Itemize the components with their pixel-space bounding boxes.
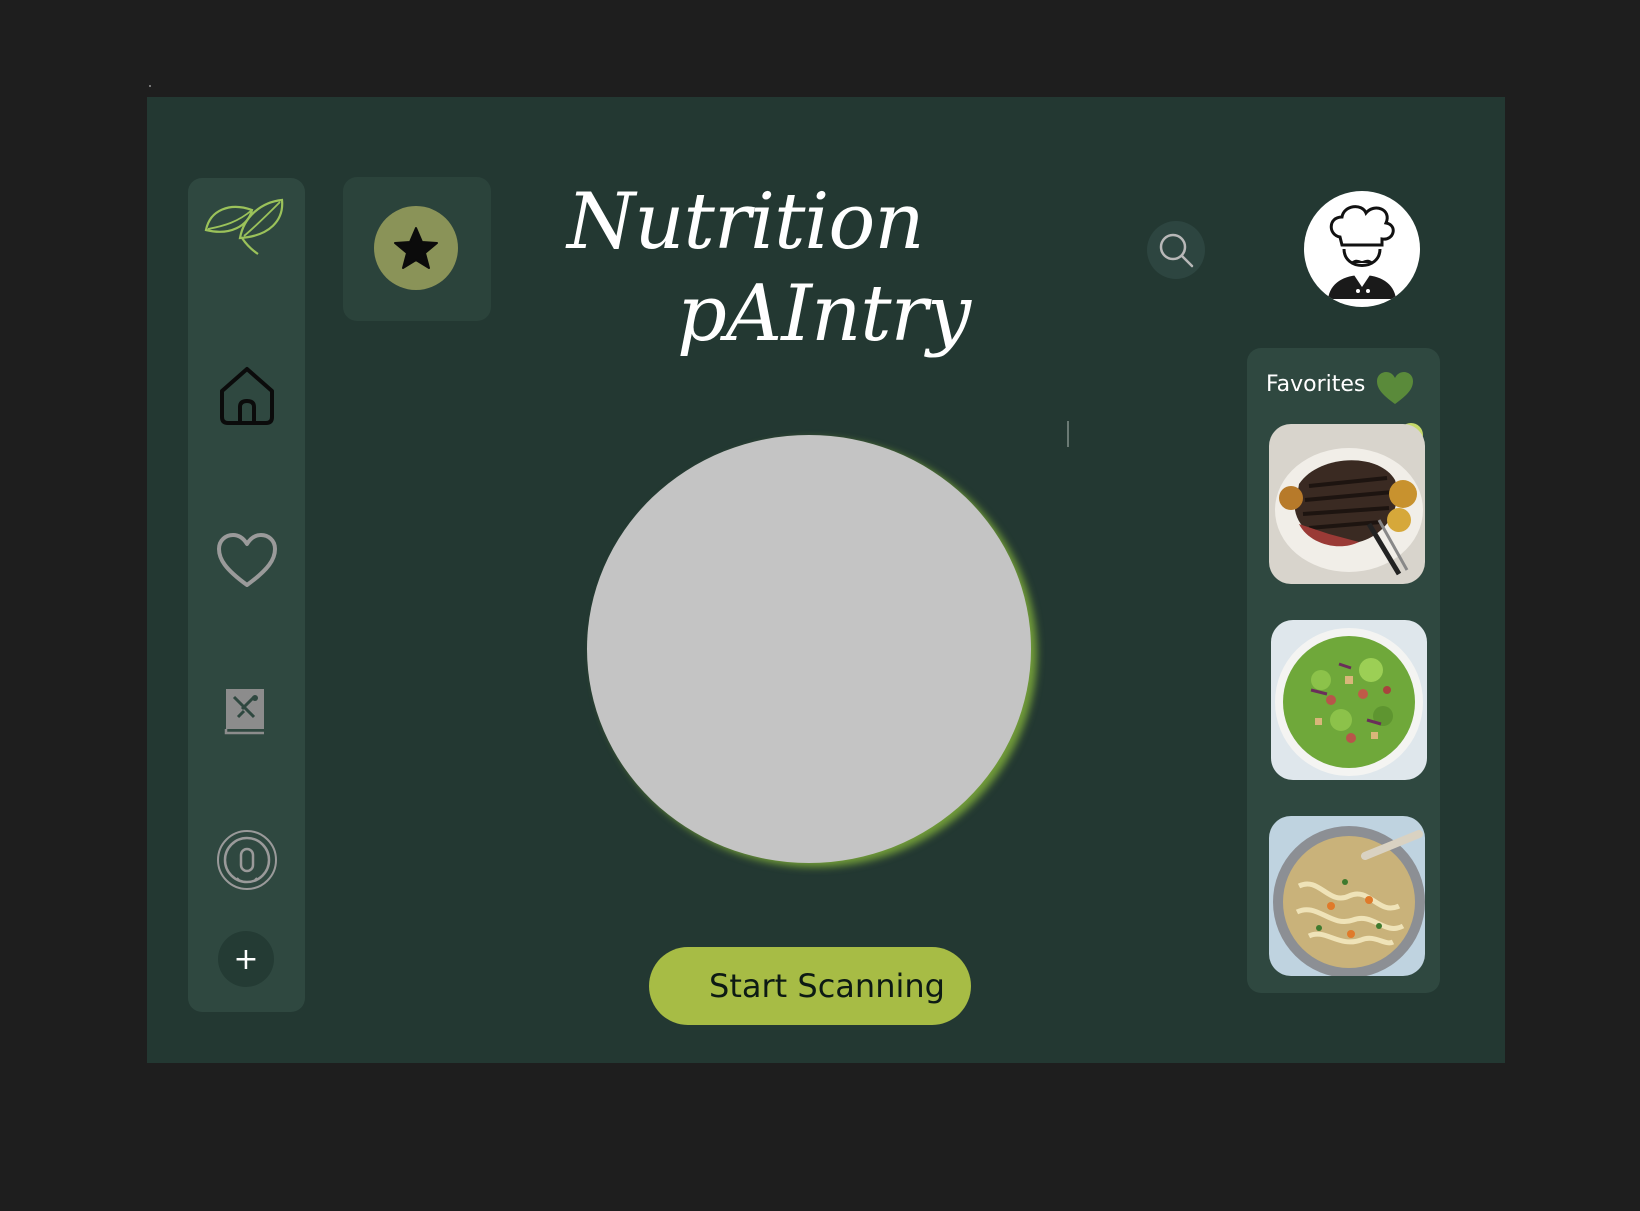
star-icon xyxy=(394,227,438,269)
text-cursor xyxy=(1067,421,1069,447)
search-icon xyxy=(1159,233,1194,268)
salad-image xyxy=(1271,620,1427,780)
favorite-item-soup[interactable] xyxy=(1269,816,1425,976)
featured-tile[interactable] xyxy=(343,177,491,321)
home-icon[interactable] xyxy=(215,363,279,427)
app-title-line1: Nutrition xyxy=(567,177,925,267)
canvas-marker xyxy=(149,85,151,87)
favorites-title: Favorites xyxy=(1266,372,1366,397)
app-title-line2: pAIntry xyxy=(677,269,971,359)
favorites-panel: Favorites xyxy=(1247,348,1440,993)
timer-icon[interactable] xyxy=(215,828,279,892)
add-button[interactable]: + xyxy=(218,931,274,987)
search-button[interactable] xyxy=(1147,221,1205,279)
recipe-book-icon[interactable] xyxy=(222,686,268,738)
chef-avatar-icon[interactable] xyxy=(1304,191,1420,307)
start-scanning-button[interactable]: Start Scanning xyxy=(649,947,971,1025)
favorite-item-salad[interactable] xyxy=(1271,620,1427,780)
plus-icon: + xyxy=(233,941,259,977)
heart-icon[interactable] xyxy=(1375,370,1415,406)
star-button[interactable] xyxy=(374,206,458,290)
heart-icon[interactable] xyxy=(215,530,279,590)
app-frame: + Nutrition pAIntry Start Scanning Favor… xyxy=(147,97,1505,1063)
sidebar: + xyxy=(188,178,305,1012)
soup-image xyxy=(1269,816,1425,976)
leaf-logo-icon[interactable] xyxy=(200,192,288,262)
favorite-item-steak[interactable] xyxy=(1269,424,1425,584)
app-title: Nutrition pAIntry xyxy=(567,177,1047,387)
steak-image xyxy=(1269,424,1425,584)
scan-preview[interactable] xyxy=(587,435,1031,863)
